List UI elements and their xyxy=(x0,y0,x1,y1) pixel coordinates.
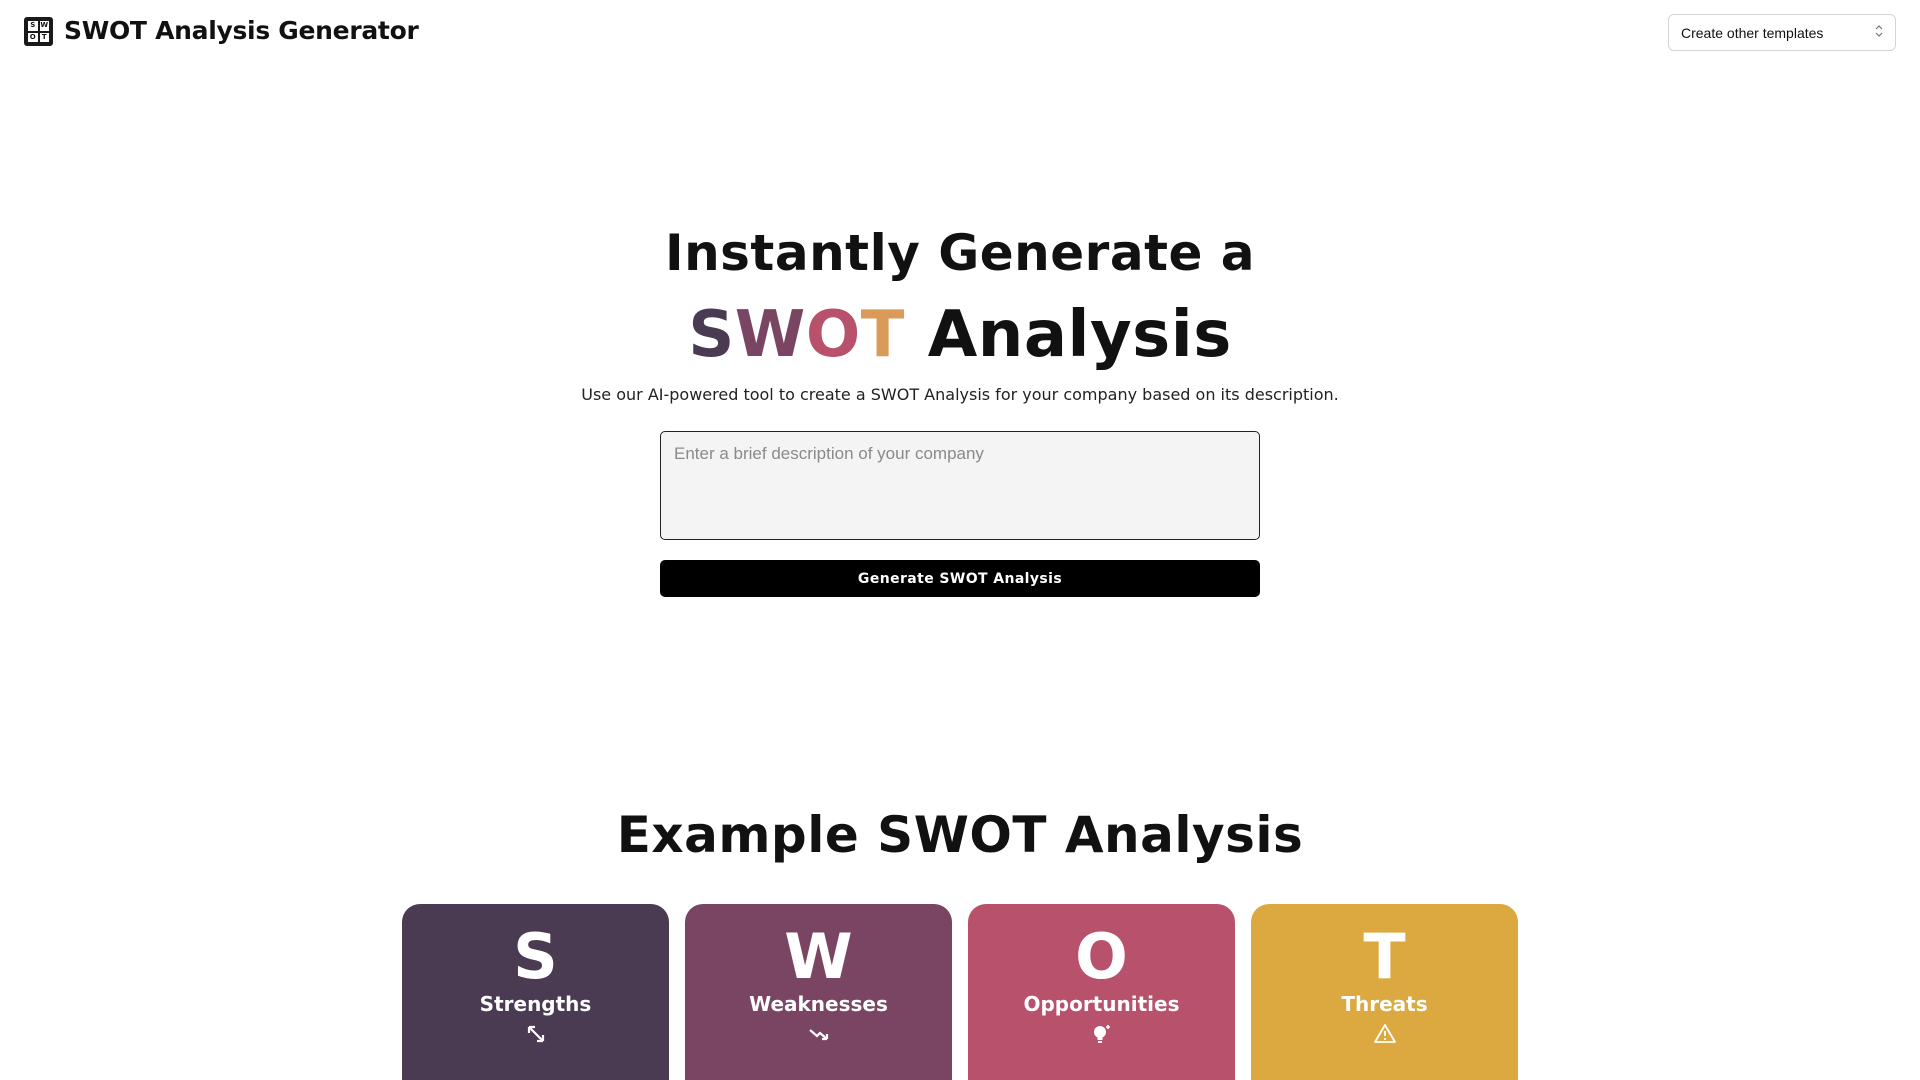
card-label: Opportunities xyxy=(1023,992,1180,1016)
generate-swot-button[interactable]: Generate SWOT Analysis xyxy=(660,560,1260,597)
warning-icon xyxy=(1251,1022,1518,1046)
example-swot-cards: S Strengths W Weaknesses O Opportunities… xyxy=(402,904,1518,1080)
trend-down-icon xyxy=(685,1022,952,1046)
opportunities-card: O Opportunities xyxy=(968,904,1235,1080)
hero-subtitle: Use our AI-powered tool to create a SWOT… xyxy=(581,385,1339,404)
card-letter: O xyxy=(1075,920,1128,993)
company-description-input[interactable] xyxy=(660,431,1260,540)
arrows-expand-icon xyxy=(402,1022,669,1046)
swot-letter-t: T xyxy=(860,298,905,372)
weaknesses-card: W Weaknesses xyxy=(685,904,952,1080)
strengths-card: S Strengths xyxy=(402,904,669,1080)
lightbulb-icon xyxy=(968,1022,1235,1046)
chevron-up-down-icon xyxy=(1875,24,1883,38)
card-label: Strengths xyxy=(479,992,592,1016)
swot-letter-w: W xyxy=(734,298,806,372)
header: S W O T SWOT Analysis Generator Create o… xyxy=(0,0,1920,64)
app-title: SWOT Analysis Generator xyxy=(64,16,419,45)
logo-letter-o: O xyxy=(28,32,38,42)
card-label: Weaknesses xyxy=(749,992,888,1016)
template-select-label: Create other templates xyxy=(1681,24,1824,41)
card-letter: S xyxy=(513,920,558,993)
logo-letter-s: S xyxy=(28,21,38,31)
swot-letter-s: S xyxy=(688,298,735,372)
logo-letter-t: T xyxy=(39,32,49,42)
swot-letter-o: O xyxy=(805,298,861,372)
logo-letter-w: W xyxy=(39,21,49,31)
card-letter: T xyxy=(1363,920,1406,993)
threats-card: T Threats xyxy=(1251,904,1518,1080)
hero-heading-line2: SWOT Analysis xyxy=(0,298,1920,372)
card-label: Threats xyxy=(1341,992,1428,1016)
card-letter: W xyxy=(784,920,853,993)
hero-heading-line1: Instantly Generate a xyxy=(664,224,1256,282)
create-templates-select[interactable]: Create other templates xyxy=(1668,14,1896,51)
hero-analysis-word: Analysis xyxy=(927,298,1232,372)
swot-logo-icon: S W O T xyxy=(24,17,53,46)
example-section-title: Example SWOT Analysis xyxy=(616,806,1304,864)
